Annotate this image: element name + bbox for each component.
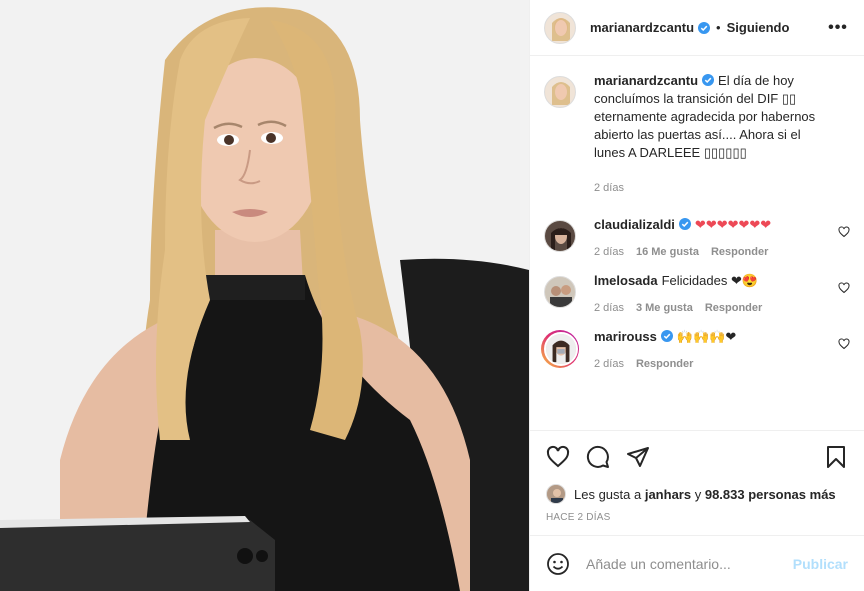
comment-body: lmelosada Felicidades ❤😍 2 días 3 Me gust… [594,272,850,314]
more-dots-icon[interactable]: ••• [826,19,850,37]
comment-meta: 2 días 16 Me gusta Responder [594,246,826,258]
caption-meta: 2 días [594,182,826,194]
author-avatar[interactable] [544,11,576,44]
share-icon[interactable] [626,445,650,469]
emoji-icon[interactable] [546,552,570,576]
likes-summary: Les gusta a janhars y 98.833 personas má… [530,482,864,506]
add-comment-bar: Publicar [530,535,864,591]
reply-button[interactable]: Responder [636,358,693,370]
caption-body: marianardzcantu El día de hoy concluímos … [594,72,850,194]
liker-avatar[interactable] [546,484,566,504]
post-sidebar: marianardzcantu • Siguiendo ••• marianar… [529,0,864,591]
verified-badge-icon [702,74,715,86]
comment-text: Felicidades ❤😍 [661,273,759,288]
comments-list: marianardzcantu El día de hoy concluímos … [530,56,864,430]
verified-badge-icon [678,218,691,230]
verified-badge-icon [660,330,673,342]
heart-icon[interactable] [546,445,570,469]
likes-connector: y [694,486,702,502]
photo-illustration [0,0,529,591]
post-photo[interactable] [0,0,529,591]
comment-avatar[interactable] [544,332,578,366]
comment-time[interactable]: 2 días [594,246,624,258]
comment-meta: 2 días 3 Me gusta Responder [594,302,826,314]
likes-prefix: Les gusta a [574,486,642,502]
reply-button[interactable]: Responder [705,302,762,314]
comment-like-heart-icon[interactable] [838,282,850,294]
verified-badge-icon [698,21,711,34]
liker-username[interactable]: janhars [645,487,691,502]
comment-item: lmelosada Felicidades ❤😍 2 días 3 Me gust… [544,272,850,314]
following-button[interactable]: Siguiendo [727,20,790,35]
reply-button[interactable]: Responder [711,246,768,258]
likes-count[interactable]: 98.833 personas más [705,487,836,502]
comment-input[interactable] [586,555,793,572]
comment-icon[interactable] [586,445,610,469]
comment-username[interactable]: claudializaldi [594,217,675,232]
comment-text-block: lmelosada Felicidades ❤😍 [594,272,826,290]
comment-time[interactable]: 2 días [594,302,624,314]
comment-likes[interactable]: 3 Me gusta [636,302,693,314]
comment-text: 🙌🙌🙌❤ [676,329,737,344]
post-timestamp[interactable]: HACE 2 DÍAS [530,506,864,535]
comment-username[interactable]: marirouss [594,329,657,344]
caption: marianardzcantu El día de hoy concluímos … [544,72,850,194]
caption-text-block: marianardzcantu El día de hoy concluímos … [594,72,826,162]
comment-avatar[interactable] [544,276,576,308]
post-header: marianardzcantu • Siguiendo ••• [530,0,864,56]
comment-item: marirouss 🙌🙌🙌❤ 2 días Responder [541,328,850,370]
instagram-post: marianardzcantu • Siguiendo ••• marianar… [0,0,864,591]
caption-avatar[interactable] [544,76,576,108]
bookmark-icon[interactable] [824,445,848,469]
comment-text-block: marirouss 🙌🙌🙌❤ [594,328,826,346]
author-username[interactable]: marianardzcantu [590,20,694,35]
comment-username[interactable]: lmelosada [594,273,658,288]
comment-like-heart-icon[interactable] [838,338,850,350]
comment-text-block: claudializaldi ❤❤❤❤❤❤❤ [594,216,826,234]
comment-text: ❤❤❤❤❤❤❤ [694,217,772,232]
comment-time[interactable]: 2 días [594,358,624,370]
comment-body: marirouss 🙌🙌🙌❤ 2 días Responder [594,328,850,370]
comment-likes[interactable]: 16 Me gusta [636,246,699,258]
caption-time[interactable]: 2 días [594,182,624,194]
separator-dot: • [716,20,721,35]
story-ring[interactable] [541,330,579,368]
comment-like-heart-icon[interactable] [838,226,850,238]
comment-meta: 2 días Responder [594,358,826,370]
comment-body: claudializaldi ❤❤❤❤❤❤❤ 2 días 16 Me gusta… [594,216,850,258]
comment-avatar[interactable] [544,220,576,252]
caption-username[interactable]: marianardzcantu [594,73,698,88]
comment-item: claudializaldi ❤❤❤❤❤❤❤ 2 días 16 Me gusta… [544,216,850,258]
post-actions-bar [530,430,864,482]
publish-button[interactable]: Publicar [793,556,848,572]
